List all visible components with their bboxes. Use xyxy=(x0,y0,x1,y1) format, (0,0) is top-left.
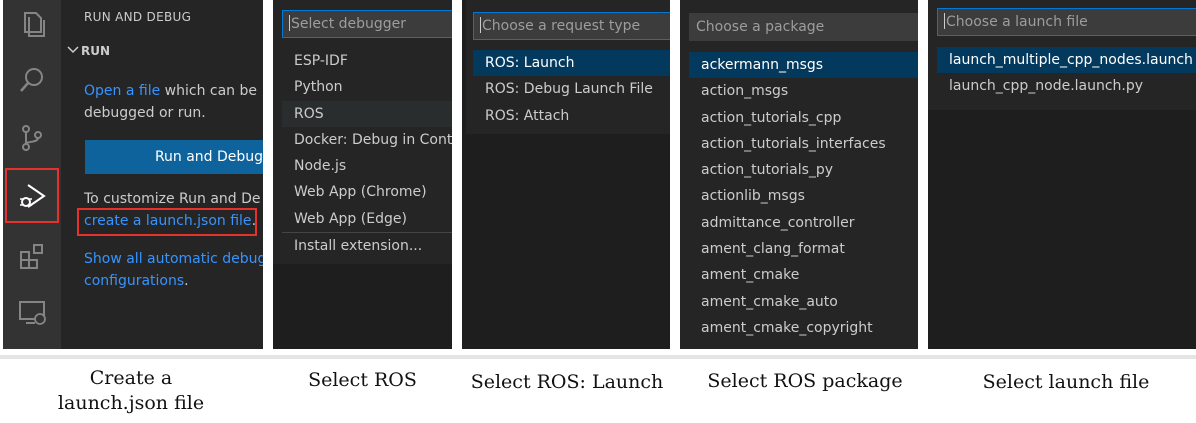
caption-create-launch: Create a launch.json file xyxy=(57,367,205,414)
caption-select-ros-launch: Select ROS: Launch xyxy=(470,371,664,393)
debugger-search-input[interactable]: Select debugger xyxy=(282,10,452,38)
list-item[interactable]: action_tutorials_interfaces xyxy=(689,131,918,157)
list-item[interactable]: ament_cmake_auto xyxy=(689,289,918,315)
install-extension-item[interactable]: Install extension... xyxy=(282,232,452,259)
chevron-down-icon xyxy=(67,44,81,58)
list-item[interactable]: Python xyxy=(282,74,452,100)
sidebar: RUN AND DEBUG RUN Open a file which can … xyxy=(61,0,263,349)
run-debug-view: RUN AND DEBUG RUN Open a file which can … xyxy=(3,0,263,349)
create-launch-link[interactable]: create a launch.json file xyxy=(84,213,252,229)
caption-select-launch-file: Select launch file xyxy=(982,371,1150,393)
request-type-input[interactable]: Choose a request type xyxy=(473,12,670,40)
list-item[interactable]: Web App (Chrome) xyxy=(282,179,452,205)
run-debug-icon[interactable] xyxy=(16,180,48,212)
list-item[interactable]: action_msgs xyxy=(689,78,918,104)
list-item[interactable]: ackermann_msgs xyxy=(689,52,918,79)
list-item[interactable]: actionlib_msgs xyxy=(689,183,918,209)
launch-file-input[interactable]: Choose a launch file xyxy=(937,8,1196,36)
caption-select-package: Select ROS package xyxy=(707,370,903,392)
list-item[interactable]: ROS: Attach xyxy=(473,103,670,129)
open-file-text: Open a file which can be xyxy=(84,83,257,99)
open-file-link[interactable]: Open a file xyxy=(84,83,160,99)
extensions-icon[interactable] xyxy=(16,240,48,272)
list-item[interactable]: action_tutorials_cpp xyxy=(689,105,918,131)
list-item[interactable]: ROS xyxy=(282,100,452,127)
run-and-debug-button[interactable]: Run and Debug xyxy=(85,140,263,174)
package-search-input[interactable]: Choose a package xyxy=(689,13,918,41)
request-type-panel: Choose a request type ROS: Launch ROS: D… xyxy=(462,0,670,349)
run-section-label: RUN xyxy=(81,44,111,58)
list-item[interactable]: ESP-IDF xyxy=(282,48,452,74)
request-type-list: ROS: Launch ROS: Debug Launch File ROS: … xyxy=(473,50,670,129)
customize-text: To customize Run and De xyxy=(84,191,261,207)
open-file-text-line2: debugged or run. xyxy=(84,105,206,121)
list-item[interactable]: action_tutorials_py xyxy=(689,157,918,183)
package-panel: Choose a package ackermann_msgs action_m… xyxy=(680,0,918,349)
list-item[interactable]: ament_cmake_copyright xyxy=(689,315,918,341)
package-list: ackermann_msgs action_msgs action_tutori… xyxy=(689,52,918,341)
launch-file-list: launch_multiple_cpp_nodes.launch launch_… xyxy=(937,47,1196,100)
remote-explorer-icon[interactable] xyxy=(16,296,48,328)
divider xyxy=(0,355,1196,359)
list-item[interactable]: Web App (Edge) xyxy=(282,206,452,232)
show-debug-configs-line2: configurations. xyxy=(84,273,189,289)
list-item[interactable]: Docker: Debug in Cont xyxy=(282,127,452,153)
create-launch-line: create a launch.json file. xyxy=(84,213,257,229)
show-debug-configs-link[interactable]: Show all automatic debug xyxy=(84,248,263,270)
list-item[interactable]: launch_multiple_cpp_nodes.launch xyxy=(937,47,1196,74)
list-item[interactable]: ROS: Debug Launch File xyxy=(473,76,670,102)
list-item[interactable]: ament_cmake xyxy=(689,262,918,288)
list-item[interactable]: launch_cpp_node.launch.py xyxy=(937,73,1196,99)
select-debugger-panel: Select debugger ESP-IDF Python ROS Docke… xyxy=(273,0,452,349)
activity-bar xyxy=(3,0,61,349)
list-item[interactable]: ament_clang_format xyxy=(689,236,918,262)
caption-select-ros: Select ROS xyxy=(308,369,417,391)
launch-file-panel: Choose a launch file launch_multiple_cpp… xyxy=(928,0,1196,349)
list-item[interactable]: ROS: Launch xyxy=(473,50,670,77)
list-item[interactable]: admittance_controller xyxy=(689,210,918,236)
source-control-icon[interactable] xyxy=(16,122,48,154)
run-section-header[interactable]: RUN xyxy=(67,44,110,58)
debugger-list: ESP-IDF Python ROS Docker: Debug in Cont… xyxy=(282,48,452,259)
list-item[interactable]: Node.js xyxy=(282,153,452,179)
explorer-icon[interactable] xyxy=(16,8,48,40)
sidebar-title: RUN AND DEBUG xyxy=(84,10,192,24)
search-icon[interactable] xyxy=(16,64,48,96)
